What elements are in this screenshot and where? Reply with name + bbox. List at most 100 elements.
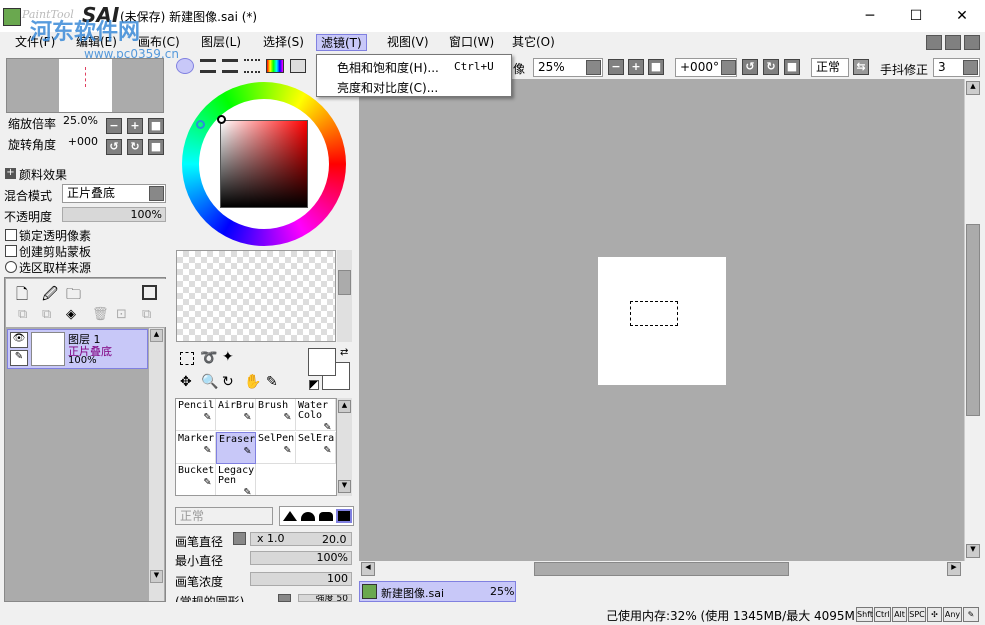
strength-field[interactable]: 强度 50 <box>298 594 352 602</box>
tool-water[interactable]: Water Colo ✎ <box>296 399 336 432</box>
zoom-slider[interactable]: 25.0% <box>6 115 101 128</box>
density-slider[interactable]: 100 <box>250 572 352 586</box>
zoom-dropdown-icon[interactable] <box>586 60 601 75</box>
zoom-tool-icon[interactable]: 🔍 <box>201 374 218 390</box>
layer-scrollbar[interactable]: ▲ ▼ <box>149 328 164 601</box>
brush-edge-selector[interactable] <box>279 506 354 526</box>
rotate-cw-button[interactable]: ↻ <box>763 59 779 75</box>
rotate-ccw-button[interactable]: ↺ <box>742 59 758 75</box>
eyedropper-icon[interactable]: ✎ <box>266 374 278 390</box>
edge-soft-icon[interactable] <box>301 512 315 521</box>
gradient-tab-icon[interactable] <box>244 59 260 73</box>
magic-wand-icon[interactable]: ✦ <box>222 349 234 365</box>
visibility-eye-icon[interactable]: 👁 <box>10 332 28 348</box>
tool-legacy[interactable]: Legacy Pen ✎ <box>216 464 256 495</box>
rotation-dropdown-icon[interactable] <box>721 60 736 75</box>
menu-view[interactable]: 视图(V) <box>383 34 433 51</box>
tool-airbru[interactable]: AirBru ✎ <box>216 399 256 431</box>
primary-color-swatch[interactable] <box>308 348 336 376</box>
mdi-restore-button[interactable] <box>945 35 961 50</box>
layer-mask-icon[interactable] <box>142 285 157 300</box>
canvas-vertical-scrollbar[interactable]: ▲ ▼ <box>964 79 981 561</box>
tool-bucket[interactable]: Bucket ✎ <box>176 464 216 495</box>
h-scroll-right-icon[interactable]: ▶ <box>947 562 961 576</box>
hue-ring[interactable] <box>182 82 346 246</box>
brush-shape-label[interactable]: (常规的圆形) <box>175 593 244 602</box>
edge-medium-icon[interactable] <box>319 512 333 521</box>
menu-other[interactable]: 其它(O) <box>508 34 559 51</box>
tool-brush[interactable]: Brush ✎ <box>256 399 296 431</box>
mdi-minimize-button[interactable] <box>926 35 942 50</box>
nav-zoom-in-button[interactable]: + <box>127 118 143 134</box>
color-wheel-tab-icon[interactable] <box>176 58 194 74</box>
sv-picker-handle[interactable] <box>217 115 226 124</box>
merge-down-icon[interactable]: ⧉ <box>142 307 151 322</box>
blend-dropdown-icon[interactable] <box>149 186 164 201</box>
rgb-slider-tab-icon[interactable] <box>200 59 216 73</box>
menu-item-hue-saturation[interactable]: 色相和饱和度(H)... <box>337 59 439 76</box>
scratchpad-tab-icon[interactable] <box>290 59 306 73</box>
tool-eraser[interactable]: Eraser ✎ <box>216 431 256 464</box>
scratchpad-scrollbar[interactable] <box>337 250 352 342</box>
clear-layer-icon[interactable]: ⊡ <box>116 307 127 322</box>
tool-pencil[interactable]: Pencil ✎ <box>176 399 216 431</box>
delete-layer-icon[interactable]: 🗑 <box>92 307 109 322</box>
flip-icon[interactable]: ⇆ <box>853 59 869 75</box>
h-scroll-left-icon[interactable]: ◀ <box>361 562 375 576</box>
menu-item-brightness-contrast[interactable]: 亮度和对比度(C)... <box>337 79 438 96</box>
zoom-reset-button[interactable]: ■ <box>648 59 664 75</box>
move-icon[interactable]: ✥ <box>180 374 192 390</box>
tool-selpen[interactable]: SelPen ✎ <box>256 431 296 464</box>
scroll-down-icon[interactable]: ▼ <box>150 570 163 583</box>
rotate-slider[interactable]: +000 <box>6 136 101 149</box>
hsv-slider-tab-icon[interactable] <box>222 59 238 73</box>
menu-layer[interactable]: 图层(L) <box>197 34 245 51</box>
new-folder-icon[interactable]: 🗀 <box>66 284 81 309</box>
scroll-up-icon[interactable]: ▲ <box>150 329 163 342</box>
size-multiplier-dropdown-icon[interactable] <box>233 532 246 545</box>
v-scroll-thumb[interactable] <box>966 224 980 416</box>
new-linework-layer-icon[interactable]: 🖉 <box>42 284 58 309</box>
default-colors-icon[interactable] <box>309 380 319 390</box>
stabilizer-dropdown-icon[interactable] <box>963 60 978 75</box>
saturation-value-square[interactable] <box>220 120 308 208</box>
brush-mode-combo[interactable]: 正常 <box>175 507 273 525</box>
menu-window[interactable]: 窗口(W) <box>445 34 498 51</box>
canvas-horizontal-scrollbar[interactable]: ◀ ▶ <box>359 561 964 578</box>
merge-layer-icon[interactable]: ⧉ <box>42 307 51 322</box>
v-scroll-down-icon[interactable]: ▼ <box>966 544 980 558</box>
paint-effects-label[interactable]: 颜料效果 <box>19 166 67 183</box>
hand-icon[interactable]: ✋ <box>244 374 261 390</box>
lock-alpha-checkbox[interactable] <box>5 229 17 241</box>
nav-rotate-ccw-button[interactable]: ↺ <box>106 139 122 155</box>
navigator-preview[interactable] <box>6 58 164 113</box>
nav-rotate-cw-button[interactable]: ↻ <box>127 139 143 155</box>
nav-rotate-reset-button[interactable]: ■ <box>148 139 164 155</box>
swap-colors-icon[interactable]: ⇄ <box>340 347 348 358</box>
tool-marker[interactable]: Marker ✎ <box>176 431 216 464</box>
opacity-slider[interactable]: 100% <box>62 207 166 222</box>
edge-hard-icon[interactable] <box>283 511 297 521</box>
clipping-checkbox[interactable] <box>5 245 17 257</box>
h-scroll-thumb[interactable] <box>534 562 789 576</box>
transfer-layer-icon[interactable]: ◈ <box>66 307 76 322</box>
rotate-reset-button[interactable]: ■ <box>784 59 800 75</box>
brush-lock-icon[interactable]: ✎ <box>10 350 28 366</box>
tool-selera[interactable]: SelEra ✎ <box>296 431 336 464</box>
hue-picker-handle[interactable] <box>196 120 205 129</box>
tool-scrollbar[interactable]: ▲ ▼ <box>337 398 352 496</box>
sample-source-radio[interactable] <box>5 261 17 273</box>
document-tab[interactable]: 新建图像.sai 25% <box>359 581 516 602</box>
mdi-close-button[interactable] <box>964 35 980 50</box>
lasso-icon[interactable]: ➰ <box>200 350 217 366</box>
minimize-button[interactable]: ─ <box>847 0 893 32</box>
new-layer-icon[interactable]: 🗋 <box>16 284 28 309</box>
menu-select[interactable]: 选择(S) <box>259 34 308 51</box>
copy-layer-icon[interactable]: ⧉ <box>18 307 27 322</box>
nav-zoom-out-button[interactable]: − <box>106 118 122 134</box>
shape-dropdown-icon[interactable] <box>278 594 291 602</box>
tool-scroll-up-icon[interactable]: ▲ <box>338 400 351 413</box>
canvas-blend-combo[interactable]: 正常 <box>811 58 849 77</box>
min-size-slider[interactable]: 100% <box>250 551 352 565</box>
scratchpad[interactable] <box>176 250 336 342</box>
